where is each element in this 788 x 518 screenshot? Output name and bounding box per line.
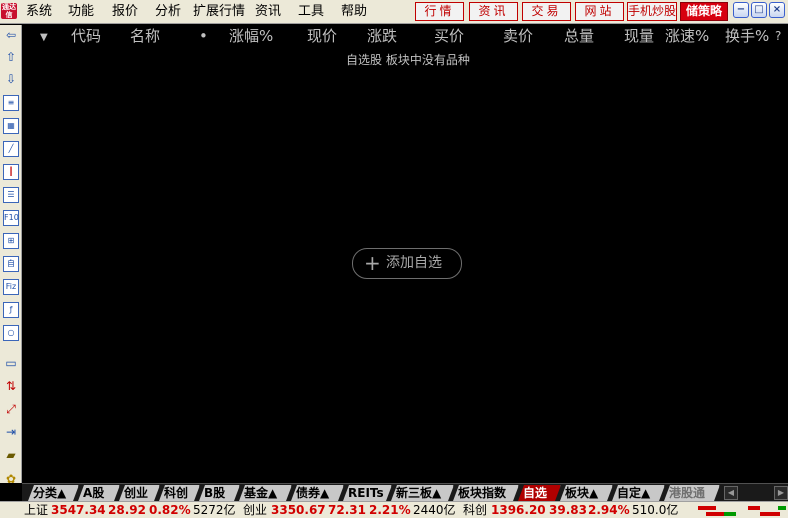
sh-index-label[interactable]: 上证 bbox=[24, 502, 48, 518]
f10-icon[interactable]: F10 bbox=[3, 210, 19, 226]
menu-bar: 通达信 系统 功能 报价 分析 扩展行情 资讯 工具 帮助 行情 资讯 交易 网… bbox=[0, 0, 788, 24]
kc-index-price: 1396.20 bbox=[491, 503, 546, 517]
maximize-button[interactable]: □ bbox=[751, 2, 767, 18]
cy-index-label[interactable]: 创业 bbox=[243, 502, 267, 518]
tab-watchlist[interactable]: 自选 bbox=[518, 485, 561, 501]
column-name[interactable]: 名称 bbox=[130, 26, 160, 46]
column-code[interactable]: 代码 bbox=[71, 26, 101, 46]
category-tab-bar: 分类▲ A股 创业 科创 B股 基金▲ 债券▲ REITs 新三板▲ 板块指数 … bbox=[22, 483, 788, 501]
quote-table-header: ▼ 代码 名称 • 涨幅% 现价 涨跌 买价 卖价 总量 现量 涨速% 换手% … bbox=[22, 24, 788, 47]
eraser-icon[interactable]: ▰ bbox=[3, 447, 19, 463]
column-bid[interactable]: 买价 bbox=[434, 26, 464, 46]
add-watchlist-label: 添加自选 bbox=[386, 255, 442, 271]
column-change-pct[interactable]: 涨幅% bbox=[229, 26, 273, 46]
column-menu-dropdown[interactable]: ▼ bbox=[40, 28, 48, 48]
settings-gear-icon[interactable]: ✿ bbox=[3, 471, 19, 487]
left-toolbar: ⇦ ⇧ ⇩ ≡ ▦ ╱ ┃ ☰ F10 ⊞ 自 Fiz ƒ ○ ▭ ⇅ ⤢ ⇥ … bbox=[0, 25, 22, 486]
cy-index-amount: 2440亿 bbox=[413, 503, 456, 517]
add-watchlist-button[interactable]: + 添加自选 bbox=[352, 248, 462, 279]
column-speed[interactable]: 涨速% bbox=[665, 26, 709, 46]
line-chart-icon[interactable]: ╱ bbox=[3, 141, 19, 157]
tab-hk-connect[interactable]: 港股通 bbox=[664, 485, 720, 501]
index-status-bar: 上证 3547.34 28.92 0.82% 5272亿 创业 3350.67 … bbox=[0, 501, 788, 518]
menu-quote[interactable]: 报价 bbox=[112, 4, 138, 20]
tab-chinext[interactable]: 创业 bbox=[119, 485, 160, 501]
kc-index-pct: 2.94% bbox=[588, 503, 630, 517]
formula-icon[interactable]: Fiz bbox=[3, 279, 19, 295]
cy-index-pct: 2.21% bbox=[369, 503, 411, 517]
sector-icon[interactable]: ⊞ bbox=[3, 233, 19, 249]
kc-index-change: 39.83 bbox=[549, 503, 587, 517]
tab-reits[interactable]: REITs bbox=[343, 485, 392, 501]
column-turnover[interactable]: 换手% bbox=[725, 26, 769, 46]
link-trade-button[interactable]: 交易 bbox=[522, 2, 571, 21]
grid-table-icon[interactable]: ▦ bbox=[3, 118, 19, 134]
expand-icon[interactable]: ⤢ bbox=[3, 401, 19, 417]
down-arrow-icon[interactable]: ⇩ bbox=[3, 71, 19, 87]
empty-watchlist-message: 自选股 板块中没有品种 bbox=[346, 53, 470, 67]
kline-chart-icon[interactable]: ┃ bbox=[3, 164, 19, 180]
kc-index-amount: 510.0亿 bbox=[632, 503, 679, 517]
column-volume[interactable]: 总量 bbox=[564, 26, 594, 46]
market-breadth-indicator bbox=[698, 504, 742, 516]
link-market-button[interactable]: 行情 bbox=[415, 2, 464, 21]
circle-icon[interactable]: ○ bbox=[3, 325, 19, 341]
strategy-button[interactable]: 储策略 bbox=[680, 2, 728, 21]
plus-icon: + bbox=[364, 251, 381, 275]
column-change[interactable]: 涨跌 bbox=[367, 26, 397, 46]
menu-analysis[interactable]: 分析 bbox=[155, 4, 181, 20]
help-icon[interactable]: ? bbox=[775, 26, 781, 46]
news-icon[interactable]: ☰ bbox=[3, 187, 19, 203]
link-mobile-button[interactable]: 手机炒股 bbox=[627, 2, 677, 21]
menu-news[interactable]: 资讯 bbox=[255, 4, 281, 20]
tab-category[interactable]: 分类▲ bbox=[28, 485, 79, 501]
kc-index-label[interactable]: 科创 bbox=[463, 502, 487, 518]
sh-index-amount: 5272亿 bbox=[193, 503, 236, 517]
sh-index-change: 28.92 bbox=[108, 503, 146, 517]
column-price[interactable]: 现价 bbox=[307, 26, 337, 46]
tab-neeq[interactable]: 新三板▲ bbox=[391, 485, 454, 501]
tab-custom[interactable]: 自定▲ bbox=[612, 485, 665, 501]
minimize-button[interactable]: − bbox=[733, 2, 749, 18]
tab-scroll-left-icon[interactable]: ◀ bbox=[724, 486, 738, 500]
cy-index-change: 72.31 bbox=[328, 503, 366, 517]
tab-fund[interactable]: 基金▲ bbox=[239, 485, 292, 501]
tab-scroll-right-icon[interactable]: ▶ bbox=[774, 486, 788, 500]
tab-a-share[interactable]: A股 bbox=[78, 485, 120, 501]
sort-arrows-icon[interactable]: ⇅ bbox=[3, 378, 19, 394]
menu-extended-market[interactable]: 扩展行情 bbox=[193, 4, 245, 20]
cy-index-price: 3350.67 bbox=[271, 503, 326, 517]
tab-b-share[interactable]: B股 bbox=[199, 485, 240, 501]
sh-index-price: 3547.34 bbox=[51, 503, 106, 517]
tab-bond[interactable]: 债券▲ bbox=[291, 485, 344, 501]
function-icon[interactable]: ƒ bbox=[3, 302, 19, 318]
menu-system[interactable]: 系统 bbox=[26, 4, 52, 20]
app-logo-icon[interactable]: 通达信 bbox=[1, 3, 17, 19]
close-button[interactable]: × bbox=[769, 2, 785, 18]
login-icon[interactable]: ⇥ bbox=[3, 424, 19, 440]
back-arrow-icon[interactable]: ⇦ bbox=[3, 27, 19, 43]
link-news-button[interactable]: 资讯 bbox=[469, 2, 518, 21]
watchlist-icon[interactable]: 自 bbox=[3, 256, 19, 272]
folder-icon[interactable]: ▭ bbox=[3, 355, 19, 371]
link-website-button[interactable]: 网站 bbox=[575, 2, 624, 21]
column-ask[interactable]: 卖价 bbox=[503, 26, 533, 46]
column-current-volume[interactable]: 现量 bbox=[624, 26, 654, 46]
tab-sector-index[interactable]: 板块指数 bbox=[453, 485, 519, 501]
column-dot: • bbox=[199, 27, 208, 45]
report-icon[interactable]: ≡ bbox=[3, 95, 19, 111]
sh-index-pct: 0.82% bbox=[149, 503, 191, 517]
menu-function[interactable]: 功能 bbox=[68, 4, 94, 20]
up-arrow-icon[interactable]: ⇧ bbox=[3, 49, 19, 65]
menu-help[interactable]: 帮助 bbox=[341, 4, 367, 20]
menu-tools[interactable]: 工具 bbox=[298, 4, 324, 20]
tab-star[interactable]: 科创 bbox=[159, 485, 200, 501]
tab-sector[interactable]: 板块▲ bbox=[560, 485, 613, 501]
market-breadth-indicator-2 bbox=[748, 504, 788, 516]
